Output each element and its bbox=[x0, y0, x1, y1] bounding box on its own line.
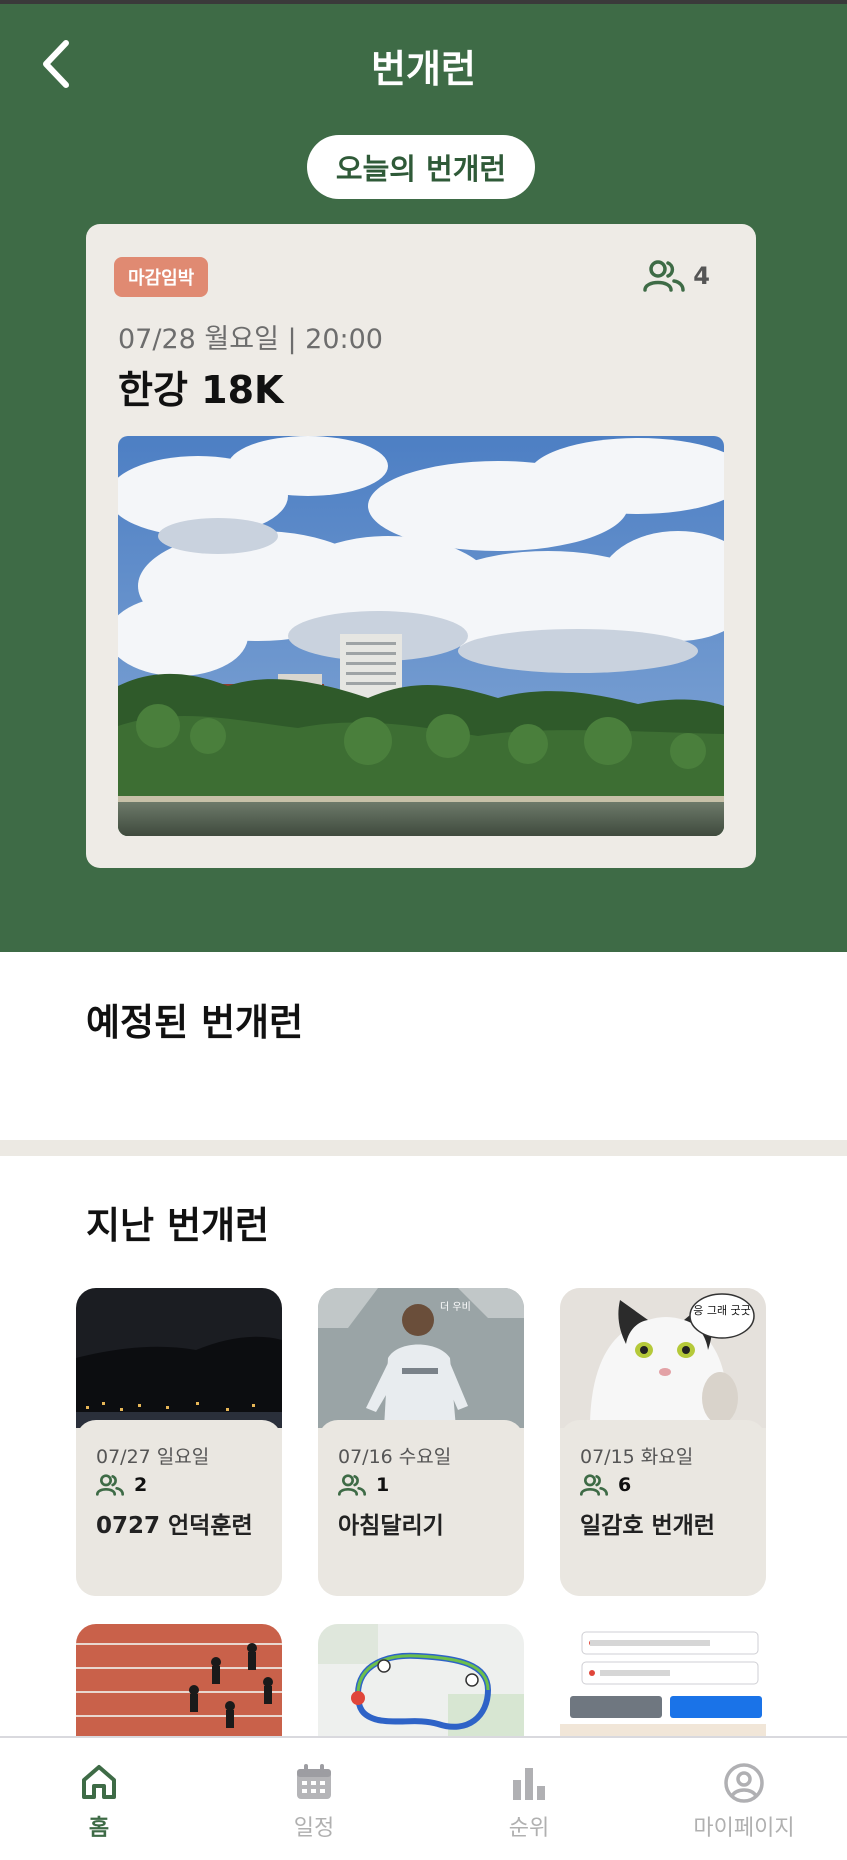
calendar-icon bbox=[297, 1764, 331, 1799]
nav-schedule[interactable]: 일정 bbox=[244, 1738, 384, 1858]
nav-schedule-label: 일정 bbox=[293, 1816, 335, 1841]
cat-bubble-text: 응 그래 굿굿 bbox=[693, 1304, 751, 1317]
people-icon bbox=[338, 1474, 366, 1496]
nav-mypage-label: 마이페이지 bbox=[693, 1816, 795, 1841]
past-run-name: 0727 언덕훈련 bbox=[96, 1513, 253, 1539]
user-circle-icon bbox=[724, 1763, 764, 1803]
bar-chart-icon bbox=[513, 1768, 545, 1800]
runner-logo-text: 더 우비 bbox=[440, 1301, 471, 1313]
people-icon bbox=[96, 1474, 124, 1496]
upcoming-title: 예정된 번개런 bbox=[86, 1001, 304, 1044]
home-icon bbox=[82, 1765, 116, 1799]
nav-ranking-label: 순위 bbox=[508, 1816, 550, 1841]
past-run-card[interactable] bbox=[76, 1624, 282, 1744]
past-run-info: 07/16 수요일 1 아침달리기 bbox=[318, 1420, 524, 1596]
hero-section: 번개런 오늘의 번개런 마감임박 4 07/28 월요일 | 20:00 한강 … bbox=[0, 4, 847, 952]
today-run-photo bbox=[118, 436, 724, 836]
nav-home[interactable]: 홈 bbox=[29, 1738, 169, 1858]
people-icon bbox=[643, 260, 686, 292]
past-run-thumb: 응 그래 굿굿 bbox=[560, 1288, 766, 1428]
past-run-name: 아침달리기 bbox=[338, 1513, 444, 1539]
today-pill: 오늘의 번개런 bbox=[307, 135, 535, 199]
past-run-thumb bbox=[76, 1624, 282, 1744]
past-run-thumb bbox=[318, 1624, 524, 1744]
participant-count: 4 bbox=[643, 260, 710, 292]
today-run-name: 한강 18K bbox=[118, 368, 284, 412]
participant-count-value: 4 bbox=[693, 262, 710, 290]
past-run-info: 07/15 화요일 6 일감호 번개런 bbox=[560, 1420, 766, 1596]
nav-home-label: 홈 bbox=[88, 1816, 110, 1841]
past-run-thumb: 더 우비 bbox=[318, 1288, 524, 1428]
today-date: 07/28 월요일 | 20:00 bbox=[118, 324, 383, 355]
past-run-card[interactable] bbox=[560, 1624, 766, 1744]
past-run-count: 1 bbox=[338, 1474, 389, 1496]
past-run-card[interactable]: 더 우비 07/16 수요일 1 아침달리기 bbox=[318, 1288, 524, 1596]
past-run-date: 07/16 수요일 bbox=[338, 1446, 452, 1468]
past-run-count: 6 bbox=[580, 1474, 631, 1496]
past-run-thumb bbox=[76, 1288, 282, 1428]
past-run-card[interactable]: 07/27 일요일 2 0727 언덕훈련 bbox=[76, 1288, 282, 1596]
past-run-card[interactable]: 응 그래 굿굿 07/15 화요일 6 일감호 번개런 bbox=[560, 1288, 766, 1596]
today-run-card[interactable]: 마감임박 4 07/28 월요일 | 20:00 한강 18K bbox=[86, 224, 756, 868]
section-divider bbox=[0, 1140, 847, 1156]
past-run-date: 07/15 화요일 bbox=[580, 1446, 694, 1468]
page-title: 번개런 bbox=[371, 47, 476, 91]
past-run-name: 일감호 번개런 bbox=[580, 1513, 715, 1539]
upcoming-section: 예정된 번개런 bbox=[0, 952, 847, 1140]
past-run-date: 07/27 일요일 bbox=[96, 1446, 210, 1468]
past-run-card[interactable] bbox=[318, 1624, 524, 1744]
deadline-badge: 마감임박 bbox=[114, 257, 209, 297]
people-icon bbox=[580, 1474, 608, 1496]
past-run-count: 2 bbox=[96, 1474, 147, 1496]
past-title: 지난 번개런 bbox=[86, 1204, 270, 1247]
bottom-nav: 홈 일정 순위 마이페이지 bbox=[0, 1736, 847, 1860]
nav-ranking[interactable]: 순위 bbox=[459, 1738, 599, 1858]
past-run-thumb bbox=[560, 1624, 766, 1744]
past-run-info: 07/27 일요일 2 0727 언덕훈련 bbox=[76, 1420, 282, 1596]
nav-mypage[interactable]: 마이페이지 bbox=[674, 1738, 814, 1858]
